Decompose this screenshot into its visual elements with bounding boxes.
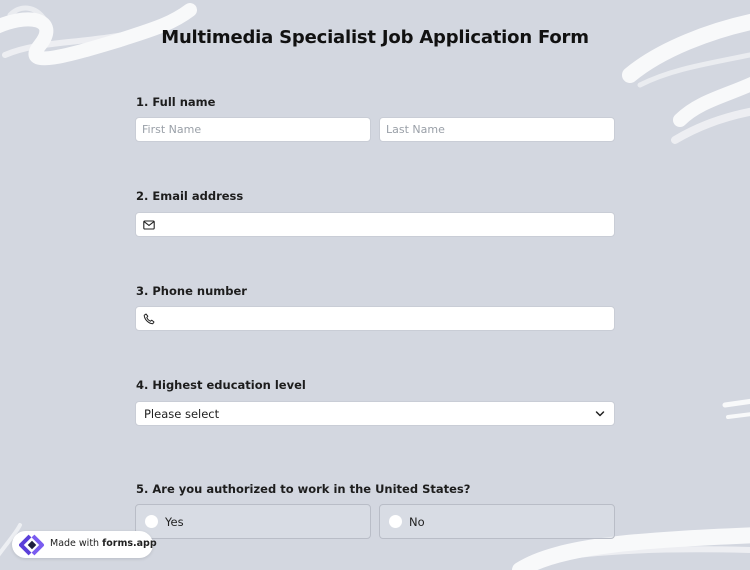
badge-text: Made with forms.app <box>50 538 157 549</box>
last-name-placeholder: Last Name <box>386 123 445 136</box>
radio-circle-yes[interactable] <box>145 515 158 528</box>
question-work-authorization-label: 5. Are you authorized to work in the Uni… <box>136 482 471 496</box>
made-with-forms-app-badge[interactable]: Made with forms.app <box>12 531 157 558</box>
radio-circle-no[interactable] <box>389 515 402 528</box>
email-input[interactable] <box>135 212 615 237</box>
education-select-value: Please select <box>144 407 220 421</box>
last-name-input[interactable]: Last Name <box>379 117 615 142</box>
badge-prefix: Made with <box>50 538 100 549</box>
first-name-placeholder: First Name <box>142 123 202 136</box>
chevron-down-icon <box>595 411 605 417</box>
radio-option-yes[interactable]: Yes <box>135 504 371 539</box>
question-phone-label: 3. Phone number <box>136 284 247 298</box>
radio-label-no: No <box>409 515 425 529</box>
first-name-input[interactable]: First Name <box>135 117 371 142</box>
form-title: Multimedia Specialist Job Application Fo… <box>161 27 589 48</box>
question-education-label: 4. Highest education level <box>136 378 306 392</box>
badge-brand: forms.app <box>102 538 157 549</box>
radio-option-no[interactable]: No <box>379 504 615 539</box>
brush-stroke-top-right <box>622 13 750 144</box>
envelope-icon <box>143 220 155 230</box>
forms-app-logo-icon <box>19 534 44 556</box>
phone-input[interactable] <box>135 306 615 331</box>
education-select[interactable]: Please select <box>135 401 615 426</box>
phone-icon <box>143 313 155 325</box>
radio-label-yes: Yes <box>165 515 184 529</box>
question-full-name-label: 1. Full name <box>136 95 216 109</box>
brush-stroke-right <box>722 398 750 419</box>
question-email-label: 2. Email address <box>136 189 244 203</box>
